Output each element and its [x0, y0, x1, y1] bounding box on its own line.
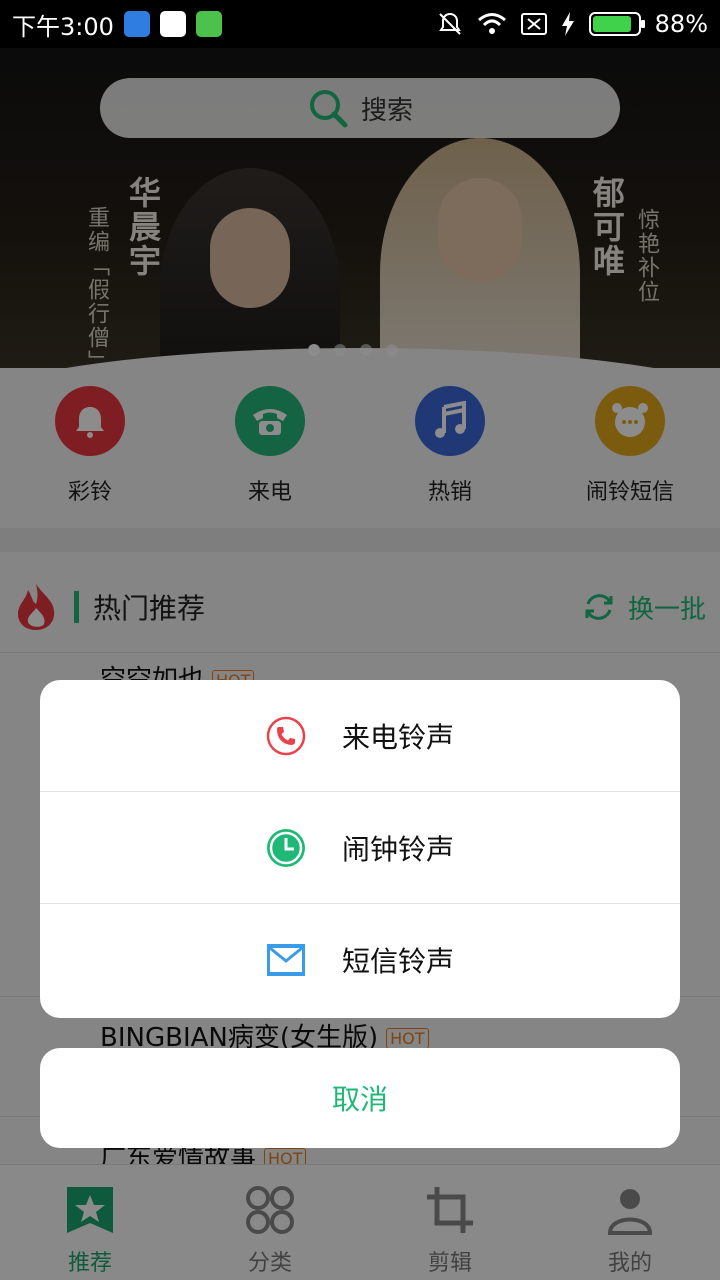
option-sms-ringtone[interactable]: 短信铃声: [40, 904, 680, 1016]
battery-percent: 88%: [654, 10, 708, 38]
wifi-icon: [477, 13, 506, 34]
option-label: 短信铃声: [341, 945, 454, 978]
option-label: 闹钟铃声: [341, 832, 454, 866]
mail-icon: [266, 940, 306, 980]
phone-ring-icon: [266, 716, 306, 756]
charging-icon: [561, 12, 574, 36]
status-bar: 下午3:00 88%: [0, 0, 720, 48]
option-alarm-ringtone[interactable]: 闹钟铃声: [40, 792, 680, 904]
option-label: 来电铃声: [341, 720, 454, 754]
no-sim-icon: [520, 13, 547, 35]
ringtone-action-sheet: 来电铃声 闹钟铃声 短信铃声: [40, 680, 680, 1018]
battery-fill: [592, 16, 632, 32]
option-call-ringtone[interactable]: 来电铃声: [40, 680, 680, 792]
battery-app-icon: [195, 11, 222, 37]
clock-icon: [266, 828, 306, 868]
mute-bell-icon: [438, 12, 461, 35]
shield-app-icon: [123, 11, 150, 37]
qq-app-icon: [159, 11, 186, 37]
cancel-button[interactable]: 取消: [40, 1048, 680, 1148]
battery-indicator: [588, 12, 645, 36]
status-time: 下午3:00: [12, 12, 114, 41]
